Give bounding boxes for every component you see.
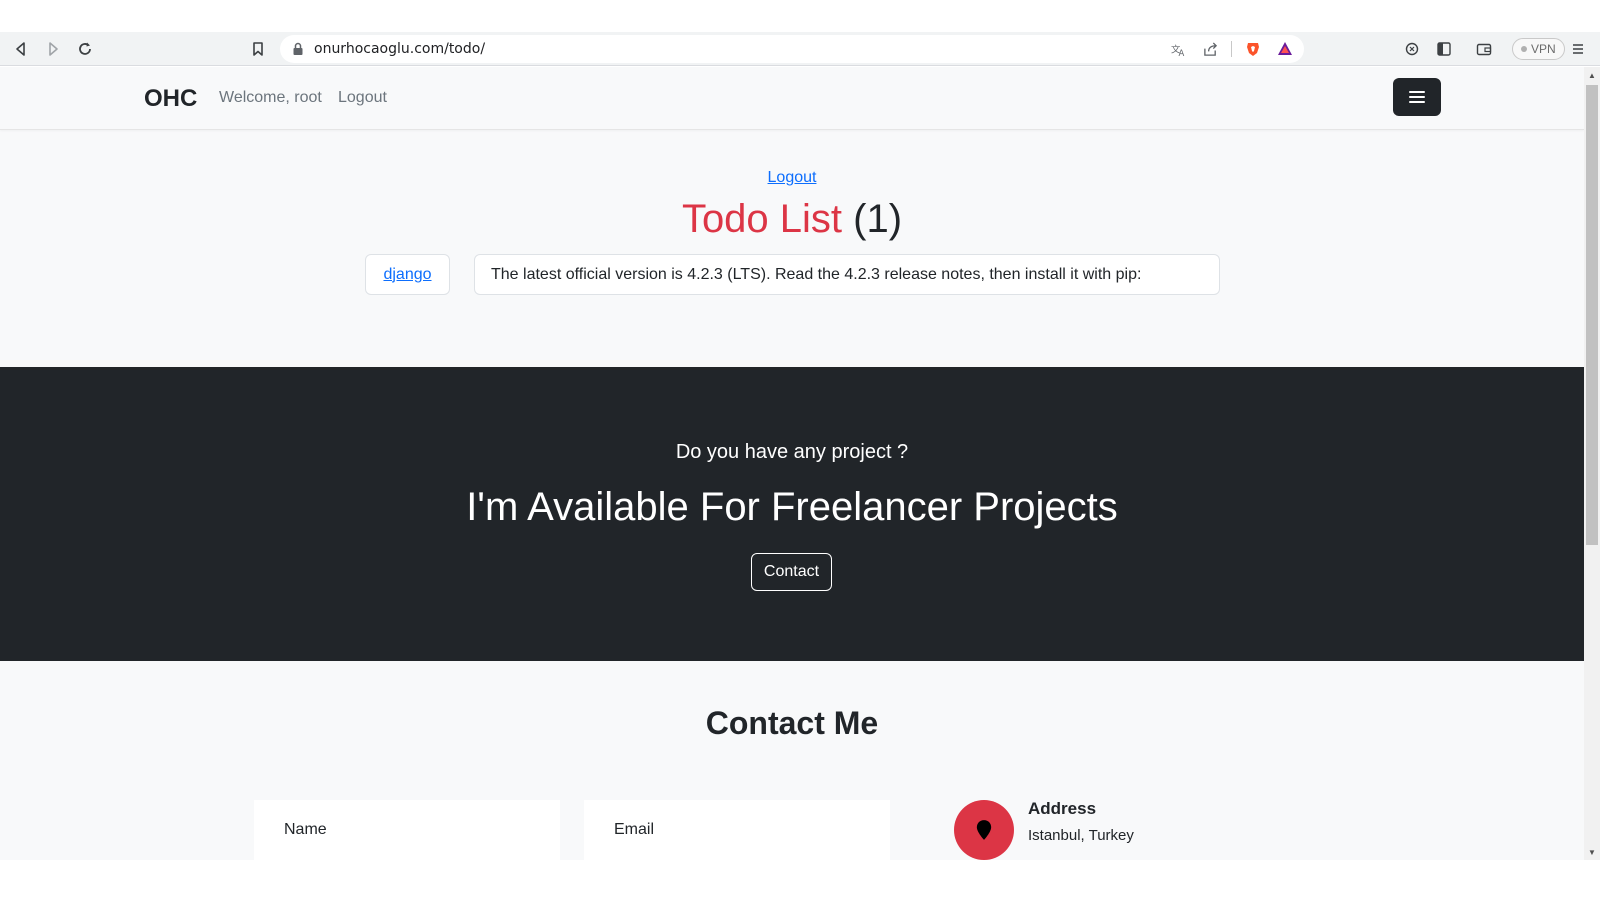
page-viewport: OHC Welcome, root Logout Logout Todo Lis… xyxy=(0,67,1584,860)
todo-title-text: Todo List xyxy=(681,197,843,241)
scroll-down-arrow-icon[interactable]: ▼ xyxy=(1588,848,1596,857)
banner-title: I'm Available For Freelancer Projects xyxy=(466,485,1118,529)
address-icon-circle xyxy=(954,800,1014,860)
todo-logout-link[interactable]: Logout xyxy=(768,169,817,186)
brave-rewards-icon[interactable] xyxy=(1274,39,1296,59)
brave-shield-icon[interactable] xyxy=(1242,39,1264,59)
share-icon[interactable] xyxy=(1199,39,1221,59)
freelance-banner: Do you have any project ? I'm Available … xyxy=(0,367,1584,661)
vpn-label: VPN xyxy=(1531,42,1556,56)
map-pin-icon xyxy=(976,820,992,840)
window-bottom-strip xyxy=(0,860,1600,900)
scrollbar-thumb[interactable] xyxy=(1586,85,1598,545)
page-scrollbar[interactable]: ▲ ▼ xyxy=(1584,67,1600,860)
vpn-button[interactable]: VPN xyxy=(1512,38,1565,60)
todo-item-tag: django xyxy=(365,254,450,295)
site-navbar: OHC Welcome, root Logout xyxy=(0,67,1584,130)
todo-count: (1) xyxy=(853,197,903,241)
omnibox-divider xyxy=(1231,41,1232,57)
url-text[interactable]: onurhocaoglu.com/todo/ xyxy=(314,41,485,57)
browser-toolbar: onurhocaoglu.com/todo/ 文A VPN xyxy=(0,32,1600,66)
navbar-toggle-button[interactable] xyxy=(1393,78,1441,116)
email-field[interactable]: Email xyxy=(584,800,890,860)
lock-icon xyxy=(292,42,304,56)
todo-heading: Todo List (1) xyxy=(0,197,1584,242)
todo-logout-row: Logout xyxy=(0,169,1584,187)
contact-button[interactable]: Contact xyxy=(751,553,832,591)
hamburger-menu-icon xyxy=(1409,91,1425,103)
welcome-text: Welcome, root xyxy=(219,89,322,106)
bookmark-icon[interactable] xyxy=(247,38,269,60)
translate-icon[interactable]: 文A xyxy=(1167,39,1189,59)
site-brand[interactable]: OHC xyxy=(144,85,197,113)
address-label: Address xyxy=(1028,799,1097,818)
todo-item-link[interactable]: django xyxy=(383,266,431,284)
forward-arrow-icon[interactable] xyxy=(42,38,64,60)
todo-item-description: The latest official version is 4.2.3 (LT… xyxy=(474,254,1220,295)
extensions-icon[interactable] xyxy=(1401,38,1423,60)
svg-text:A: A xyxy=(1178,48,1184,57)
vpn-status-dot xyxy=(1521,46,1527,52)
contact-title: Contact Me xyxy=(705,705,879,741)
address-value: Istanbul, Turkey xyxy=(1028,827,1134,844)
address-bar[interactable]: onurhocaoglu.com/todo/ 文A xyxy=(280,35,1304,63)
wallet-icon[interactable] xyxy=(1473,38,1495,60)
sidebar-icon[interactable] xyxy=(1433,38,1455,60)
scroll-up-arrow-icon[interactable]: ▲ xyxy=(1588,71,1596,80)
name-field[interactable]: Name xyxy=(254,800,560,860)
browser-menu-icon[interactable] xyxy=(1567,38,1589,60)
reload-icon[interactable] xyxy=(74,38,96,60)
banner-subtitle: Do you have any project ? xyxy=(675,441,909,463)
window-top-strip xyxy=(0,0,1600,32)
navbar-logout-link[interactable]: Logout xyxy=(338,89,387,107)
back-arrow-icon[interactable] xyxy=(10,38,32,60)
